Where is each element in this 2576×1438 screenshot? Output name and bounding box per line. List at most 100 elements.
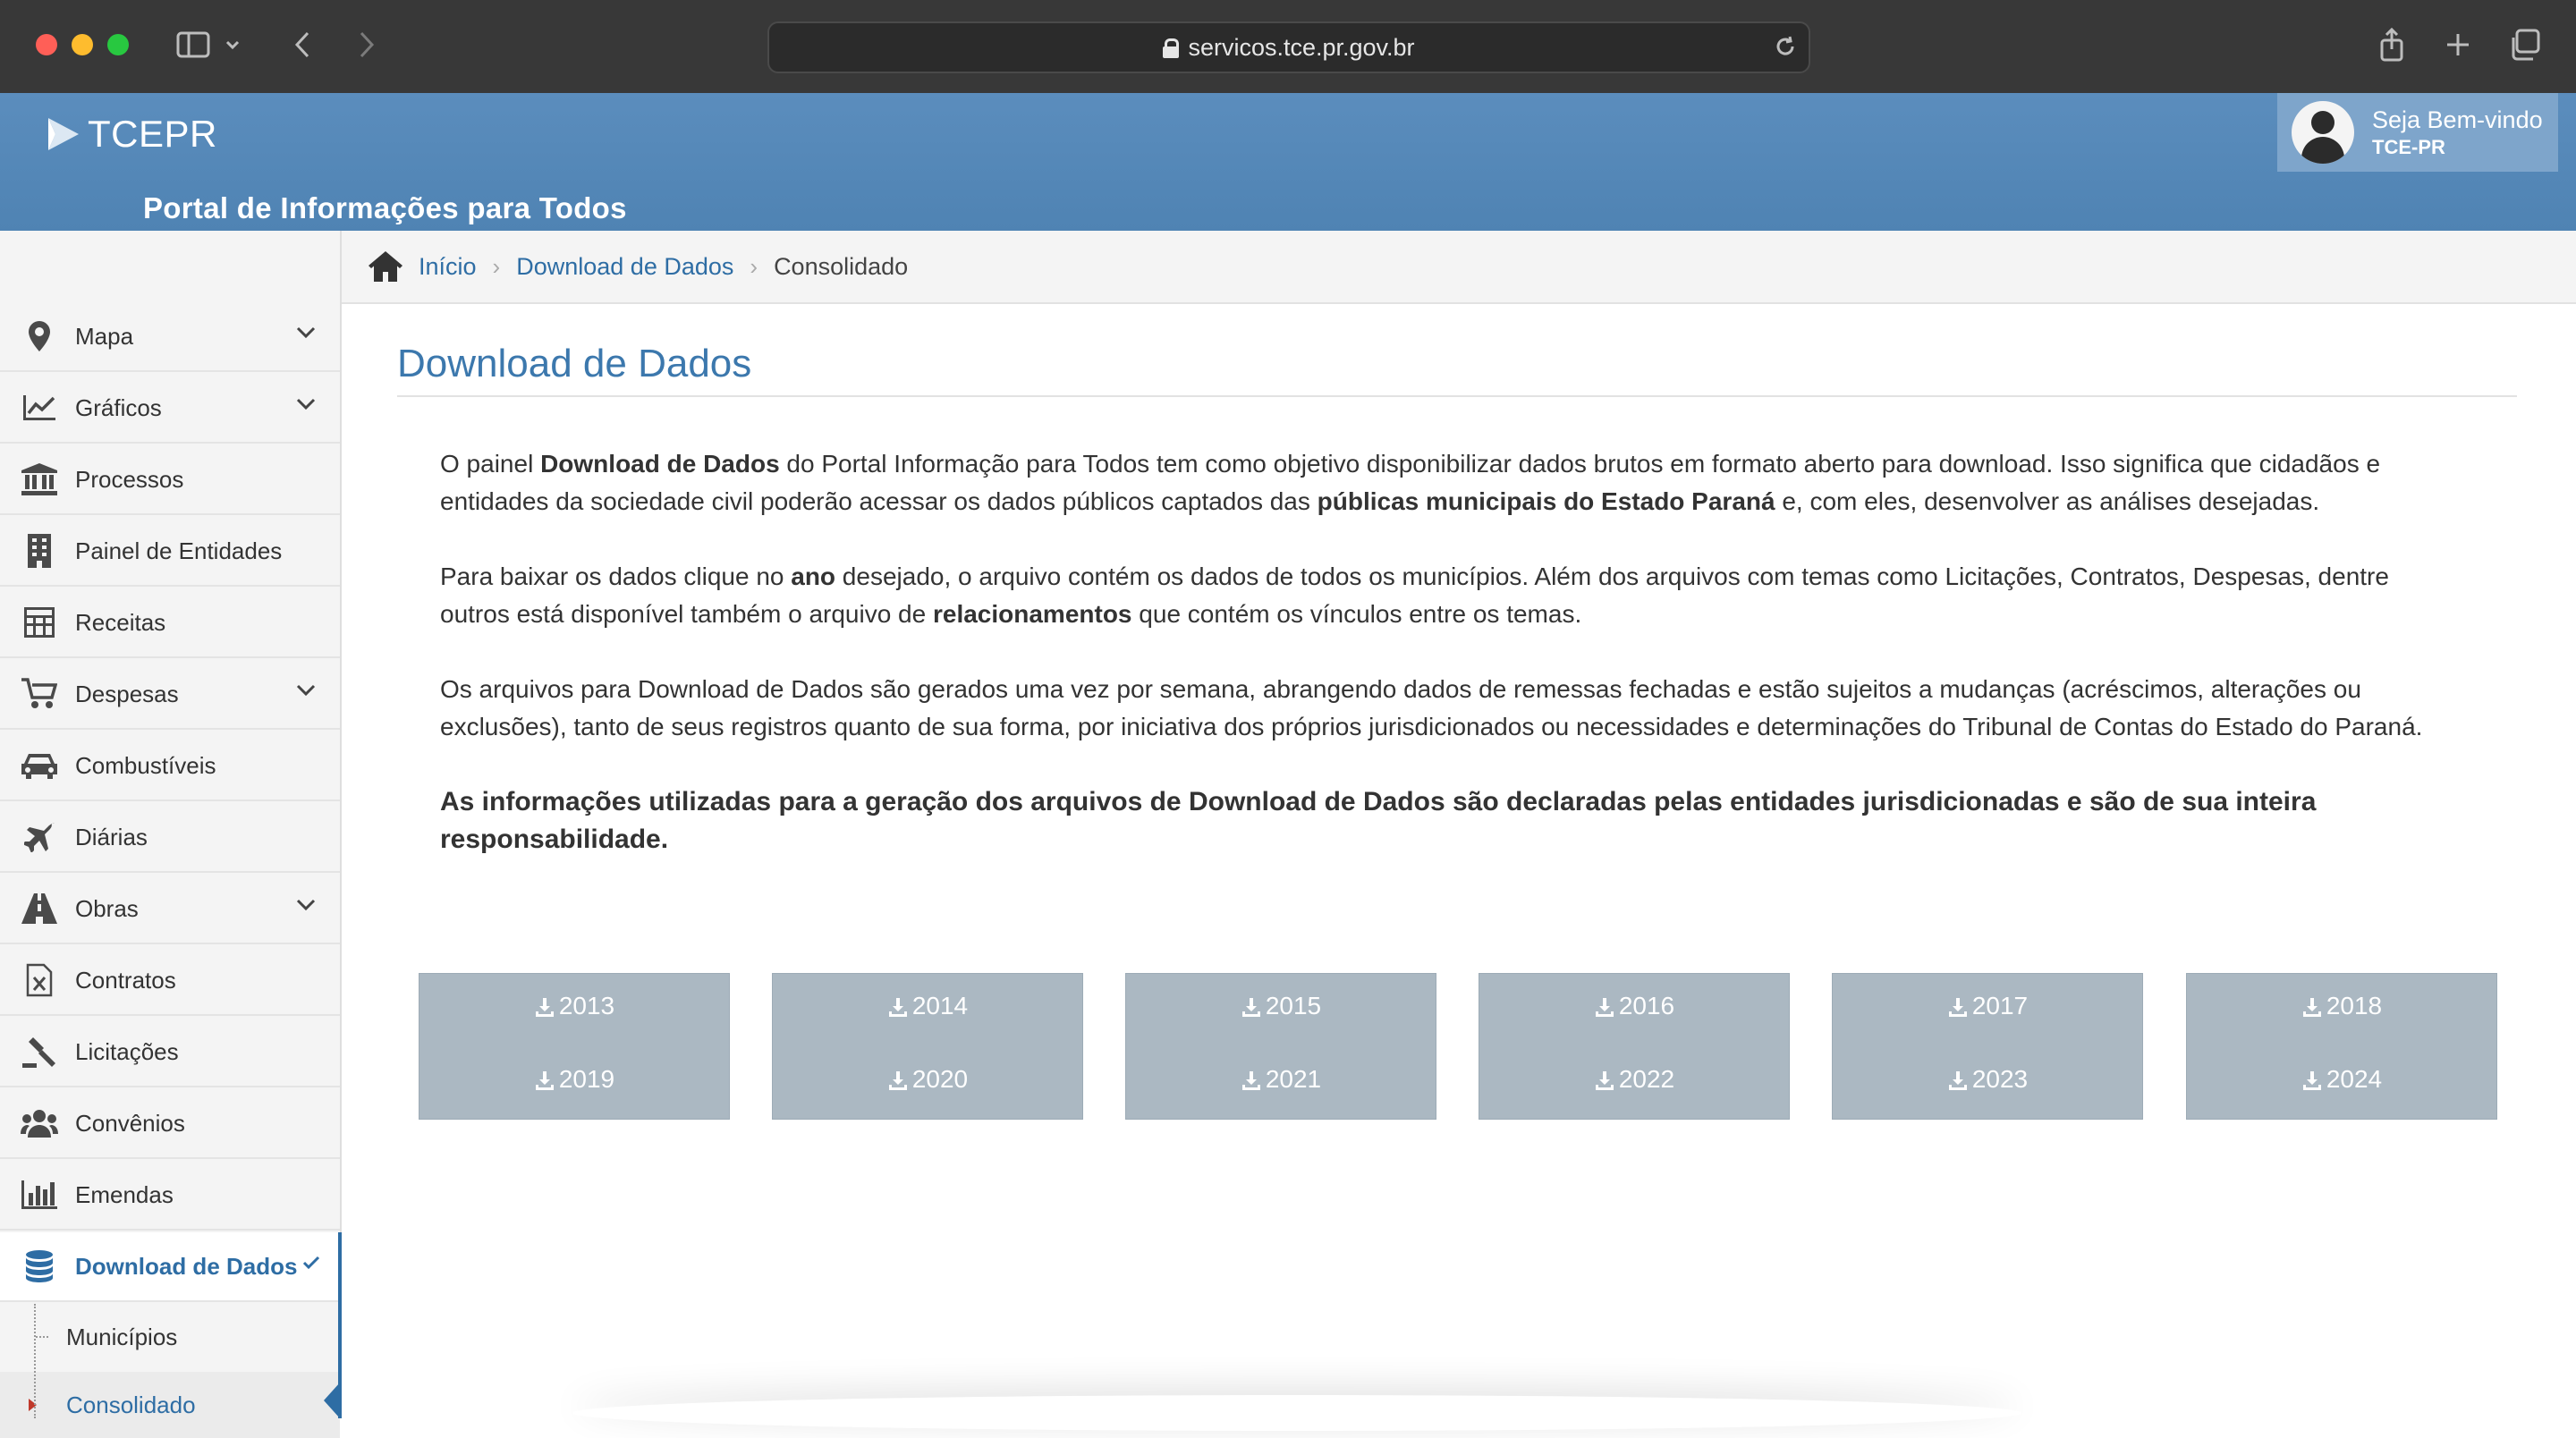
sidebar-item-download-dados[interactable]: Download de Dados [0,1232,340,1302]
user-menu[interactable]: Seja Bem-vindo TCE-PR [2277,93,2558,172]
sidebar-item-label: Emendas [75,1180,174,1208]
chevron-down-icon [295,326,317,344]
sidebar-toggle-icon[interactable] [172,23,215,66]
chevron-right-icon: › [492,252,501,280]
sidebar-item-obras[interactable]: Obras [0,875,340,944]
close-window-button[interactable] [36,34,57,55]
download-year-link[interactable]: 2016 [1479,992,1789,1020]
tab-overview-icon[interactable] [2503,23,2546,66]
download-icon [887,995,909,1017]
road-icon [20,889,59,928]
back-arrow-icon[interactable] [281,23,324,66]
download-year-link[interactable]: 2020 [773,1065,1082,1094]
year-group: 2014 2020 [772,973,1083,1120]
sidebar-item-label: Download de Dados [75,1252,298,1280]
download-year-link[interactable]: 2015 [1126,992,1436,1020]
paragraph-3: Os arquivos para Download de Dados são g… [440,675,2423,740]
title-divider [397,395,2517,397]
intro-text: O painel Download de Dados do Portal Inf… [440,445,2444,896]
url-text: servicos.tce.pr.gov.br [1188,33,1415,61]
paragraph-2: Para baixar os dados clique no ano desej… [440,563,2389,628]
sidebar-item-graficos[interactable]: Gráficos [0,374,340,444]
building-icon [20,531,59,571]
share-icon[interactable] [2370,23,2413,66]
download-year-link[interactable]: 2024 [2187,1065,2496,1094]
sidebar-item-label: Receitas [75,608,166,636]
sidebar-subitem-municipios[interactable]: Municípios [0,1304,340,1370]
zoom-window-button[interactable] [107,34,129,55]
address-bar[interactable]: servicos.tce.pr.gov.br [767,21,1810,73]
sidebar-item-receitas[interactable]: Receitas [0,588,340,658]
browser-toolbar: servicos.tce.pr.gov.br [0,0,2576,95]
download-year-link[interactable]: 2018 [2187,992,2496,1020]
download-year-link[interactable]: 2017 [1833,992,2142,1020]
sidebar-item-combustiveis[interactable]: Combustíveis [0,732,340,801]
chevron-down-icon [295,898,317,917]
download-year-link[interactable]: 2021 [1126,1065,1436,1094]
responsibility-notice: As informações utilizadas para a geração… [440,787,2317,854]
site-header: TCEPR Portal de Informações para Todos S… [0,93,2576,231]
download-year-link[interactable]: 2022 [1479,1065,1789,1094]
calculator-icon [20,603,59,642]
line-chart-icon [20,388,59,427]
paragraph-1: O painel Download de Dados do Portal Inf… [440,450,2381,515]
download-year-link[interactable]: 2014 [773,992,1082,1020]
sidebar-item-label: Contratos [75,966,176,994]
breadcrumb-link-inicio[interactable]: Início [419,253,477,281]
download-icon [887,1069,909,1090]
new-tab-icon[interactable] [2436,23,2479,66]
sidebar-item-label: Convênios [75,1109,185,1137]
sidebar-item-mapa[interactable]: Mapa [0,302,340,372]
sidebar-item-convenios[interactable]: Convênios [0,1089,340,1159]
chevron-down-icon [295,683,317,702]
institution-icon [20,460,59,499]
sidebar-item-emendas[interactable]: Emendas [0,1161,340,1231]
download-icon [2301,995,2323,1017]
portal-title: Portal de Informações para Todos [143,191,627,224]
cart-icon [20,674,59,714]
download-year-link[interactable]: 2023 [1833,1065,2142,1094]
year-group: 2018 2024 [2186,973,2497,1120]
checkmark-icon [302,1256,320,1274]
sidebar-item-label: Mapa [75,322,134,350]
bar-chart-icon [20,1175,59,1214]
sidebar-item-painel-entidades[interactable]: Painel de Entidades [0,517,340,587]
page-title: Download de Dados [397,342,752,385]
home-icon[interactable] [367,248,404,285]
year-group: 2016 2022 [1479,973,1790,1120]
plane-icon [20,817,59,857]
sidebar-item-licitacoes[interactable]: Licitações [0,1018,340,1087]
download-icon [534,1069,555,1090]
sidebar-item-label: Licitações [75,1037,179,1065]
download-year-link[interactable]: 2013 [419,992,729,1020]
download-icon [534,995,555,1017]
chevron-down-icon [295,397,317,416]
sidebar-item-despesas[interactable]: Despesas [0,660,340,730]
download-icon [1594,995,1615,1017]
year-group: 2017 2023 [1832,973,2143,1120]
minimize-window-button[interactable] [72,34,93,55]
sidebar: Mapa Gráficos Processos Painel de Entida… [0,231,342,1438]
logo-icon [48,118,79,150]
sidebar-item-label: Painel de Entidades [75,537,283,564]
download-year-link[interactable]: 2019 [419,1065,729,1094]
users-icon [20,1104,59,1143]
chevron-down-icon[interactable] [220,23,245,66]
map-pin-icon [20,317,59,356]
sidebar-subitem-consolidado[interactable]: Consolidado [0,1372,340,1438]
sidebar-item-label: Combustíveis [75,751,216,779]
forward-arrow-icon[interactable] [345,23,388,66]
tcepr-logo[interactable]: TCEPR [43,113,217,156]
sidebar-item-label: Processos [75,465,184,493]
reload-icon[interactable] [1773,34,1798,65]
database-icon [20,1247,59,1286]
logo-text: TCEPR [88,113,217,155]
file-excel-icon [20,960,59,1000]
breadcrumb-link-download[interactable]: Download de Dados [516,253,733,281]
sidebar-item-diarias[interactable]: Diárias [0,803,340,873]
sidebar-item-label: Diárias [75,823,148,850]
sidebar-item-label: Gráficos [75,393,162,421]
sidebar-item-contratos[interactable]: Contratos [0,946,340,1016]
sidebar-subitem-label: Consolidado [66,1391,196,1418]
sidebar-item-processos[interactable]: Processos [0,445,340,515]
